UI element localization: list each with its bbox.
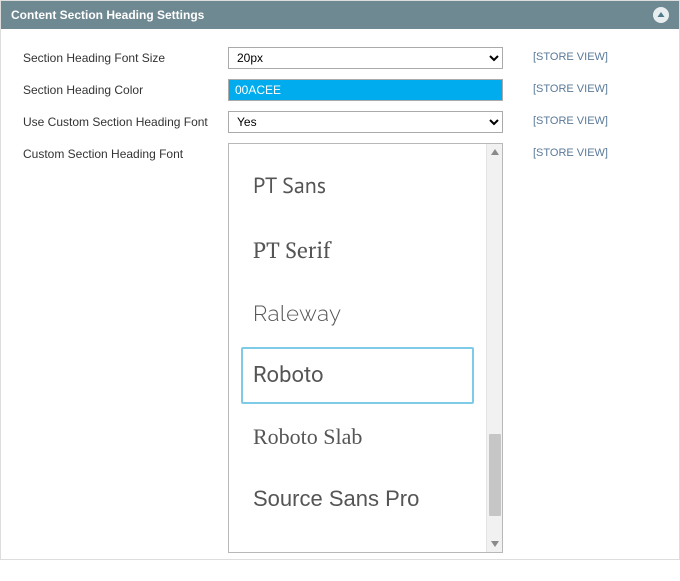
font-picker-list[interactable]: PT SansPT SerifRalewayRobotoRoboto SlabS…	[229, 144, 486, 552]
font-option[interactable]: Roboto	[241, 347, 474, 404]
select-use-custom[interactable]: Yes	[228, 111, 503, 133]
row-use-custom: Use Custom Section Heading Font Yes [STO…	[23, 111, 657, 133]
scrollbar[interactable]	[486, 144, 502, 552]
font-option[interactable]: PT Sans	[241, 156, 474, 216]
scroll-thumb[interactable]	[489, 434, 501, 516]
chevron-up-icon	[657, 11, 665, 19]
font-option[interactable]: Raleway	[241, 285, 474, 343]
row-custom-font: Custom Section Heading Font PT SansPT Se…	[23, 143, 657, 553]
font-option[interactable]: Roboto Slab	[241, 408, 474, 466]
label-font-size: Section Heading Font Size	[23, 47, 228, 65]
scope-color: [STORE VIEW]	[503, 79, 623, 95]
scope-custom-font: [STORE VIEW]	[503, 143, 623, 159]
label-color: Section Heading Color	[23, 79, 228, 97]
collapse-toggle[interactable]	[653, 7, 669, 23]
scope-use-custom: [STORE VIEW]	[503, 111, 623, 127]
select-font-size[interactable]: 20px	[228, 47, 503, 69]
scroll-down-icon[interactable]	[487, 536, 502, 552]
input-color[interactable]	[228, 79, 503, 101]
font-option[interactable]: PT Serif	[241, 220, 474, 281]
panel-header: Content Section Heading Settings	[1, 1, 679, 29]
font-option[interactable]: Source Sans Pro	[241, 470, 474, 528]
row-color: Section Heading Color [STORE VIEW]	[23, 79, 657, 101]
font-picker: PT SansPT SerifRalewayRobotoRoboto SlabS…	[228, 143, 503, 553]
font-option[interactable]: Source Serif Pro	[241, 532, 474, 552]
label-custom-font: Custom Section Heading Font	[23, 143, 228, 161]
settings-panel: Content Section Heading Settings Section…	[1, 1, 679, 581]
scroll-up-icon[interactable]	[487, 144, 502, 160]
panel-body: Section Heading Font Size 20px [STORE VI…	[1, 29, 679, 581]
panel-title: Content Section Heading Settings	[11, 8, 204, 22]
label-use-custom: Use Custom Section Heading Font	[23, 111, 228, 129]
scope-font-size: [STORE VIEW]	[503, 47, 623, 63]
row-font-size: Section Heading Font Size 20px [STORE VI…	[23, 47, 657, 69]
